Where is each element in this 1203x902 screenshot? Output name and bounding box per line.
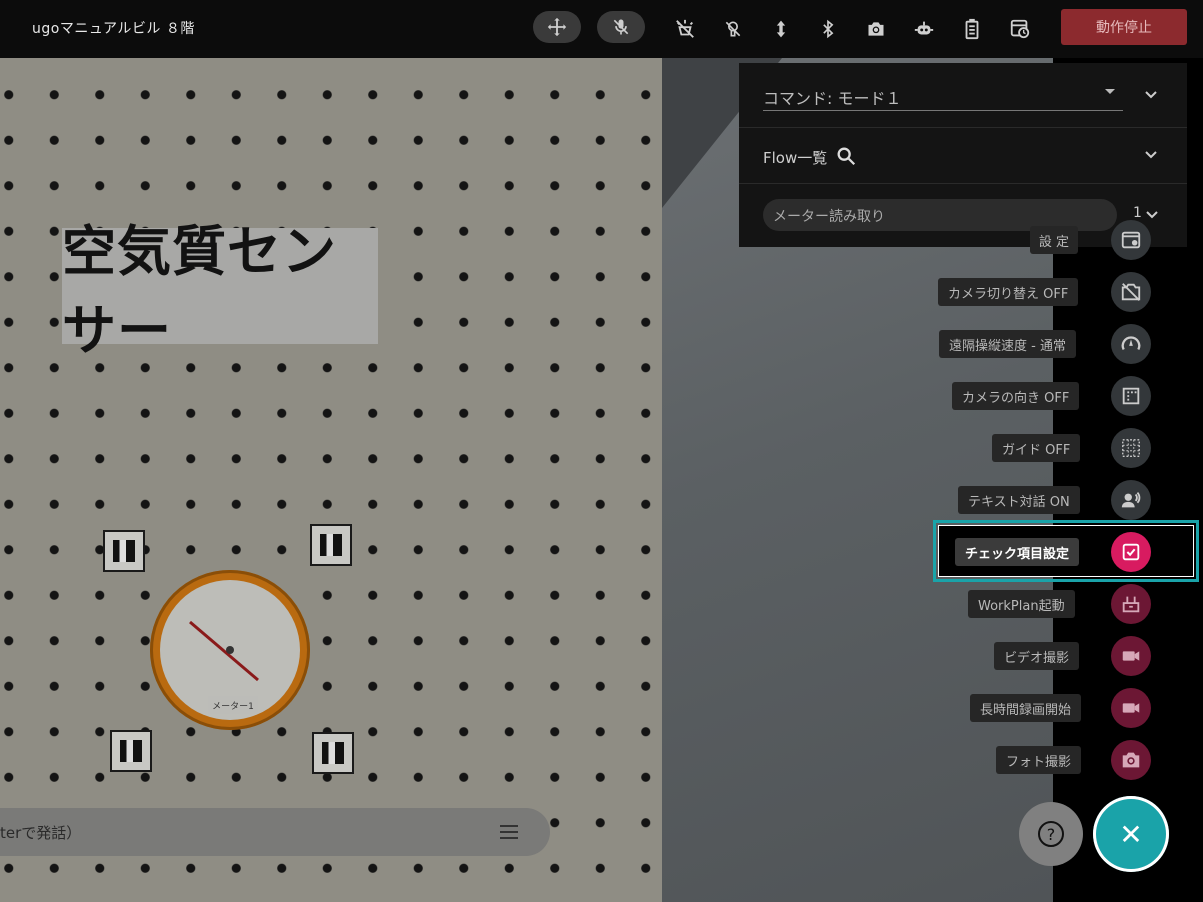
camera-direction-icon [1122,387,1140,405]
chat-placeholder: terで発話） [0,824,82,842]
vertical-arrows-icon [776,20,786,38]
settings-button[interactable] [1111,220,1151,260]
help-glyph: ? [1047,825,1056,844]
camera-switch-off-icon [1121,283,1141,301]
pin-toggle-button[interactable] [717,13,749,45]
action-label-camera-switch[interactable]: カメラ切り替え OFF [938,278,1079,306]
chevron-down-icon[interactable] [1144,207,1160,223]
action-label-photo[interactable]: フォト撮影 [996,746,1082,774]
long-record-button[interactable] [1111,688,1151,728]
help-icon: ? [1038,821,1064,847]
gauge-label: メーター1 [208,696,258,714]
light-toggle-button[interactable] [669,13,701,45]
search-icon[interactable] [835,145,857,167]
command-select[interactable]: コマンド: モード１ [763,85,901,109]
chat-input-bar[interactable]: terで発話） [0,808,550,856]
chevron-down-icon[interactable] [1143,147,1159,163]
ar-marker [310,524,352,566]
move-icon [547,17,567,37]
flow-list-label: Flow一覧 [763,149,828,167]
flow-panel: コマンド: モード１ Flow一覧 メーター読み取り 1 [739,63,1187,247]
mic-toggle-button[interactable] [597,11,645,43]
ar-marker [103,530,145,572]
long-record-icon [1122,703,1140,713]
pin-off-icon [725,21,741,37]
sensor-sign: 空気質センサー [62,220,378,362]
robot-button[interactable] [908,13,940,45]
ar-marker [312,732,354,774]
action-label-video[interactable]: ビデオ撮影 [994,642,1080,670]
video-icon [1122,651,1140,661]
action-label-guide[interactable]: ガイド OFF [992,434,1081,462]
history-button[interactable] [1004,13,1036,45]
video-button[interactable] [1111,636,1151,676]
photo-icon [1122,752,1140,768]
bluetooth-icon [823,19,834,39]
action-label-long-record[interactable]: 長時間録画開始 [970,694,1082,722]
settings-icon [1121,231,1141,249]
battery-button[interactable] [956,13,988,45]
snapshot-button[interactable] [860,13,892,45]
pegboard [0,58,662,902]
ar-marker [110,730,152,772]
bluetooth-button[interactable] [812,13,844,45]
stop-button[interactable]: 動作停止 [1061,9,1187,45]
dropdown-arrow-icon[interactable] [1105,89,1115,94]
text-chat-button[interactable] [1111,480,1151,520]
light-off-icon [676,19,694,38]
flow-input-value: メーター読み取り [773,209,885,225]
move-toggle-button[interactable] [533,11,581,43]
workplan-button[interactable] [1111,584,1151,624]
command-underline [763,110,1123,111]
page-title: ugoマニュアルビル ８階 [32,21,195,37]
action-label-remote-speed[interactable]: 遠隔操縦速度 - 通常 [939,330,1076,358]
flow-count: 1 [1133,205,1142,221]
action-label-settings[interactable]: 設 定 [1030,226,1078,254]
grid-guide-icon [1122,439,1140,457]
camera-direction-button[interactable] [1111,376,1151,416]
robot-icon [914,21,934,35]
camera-switch-button[interactable] [1111,272,1151,312]
chevron-down-icon[interactable] [1143,87,1159,103]
photo-button[interactable] [1111,740,1151,780]
close-menu-button[interactable]: ✕ [1093,796,1169,872]
battery-icon [965,18,979,40]
history-icon [1010,19,1030,39]
mic-off-icon [613,19,629,35]
guide-button[interactable] [1111,428,1151,468]
help-button[interactable]: ? [1019,802,1083,866]
action-label-workplan[interactable]: WorkPlan起動 [968,590,1075,618]
top-bar: ugoマニュアルビル ８階 動作停止 [0,0,1203,58]
divider [739,183,1187,184]
divider [739,127,1187,128]
speed-icon [1121,336,1141,351]
remote-speed-button[interactable] [1111,324,1151,364]
check-items-button[interactable] [1111,532,1151,572]
height-adjust-button[interactable] [765,13,797,45]
close-icon: ✕ [1119,817,1143,851]
checklist-icon [1122,543,1140,561]
workplan-icon [1122,596,1140,613]
action-label-text-chat[interactable]: テキスト対話 ON [958,486,1080,514]
menu-icon[interactable] [498,822,520,842]
sensor-sign-text: 空気質センサー [62,220,337,362]
action-label-camera-direction[interactable]: カメラの向き OFF [952,382,1080,410]
camera-icon [868,22,884,36]
action-label-check-items[interactable]: チェック項目設定 [955,538,1080,566]
voice-chat-icon [1121,492,1141,508]
